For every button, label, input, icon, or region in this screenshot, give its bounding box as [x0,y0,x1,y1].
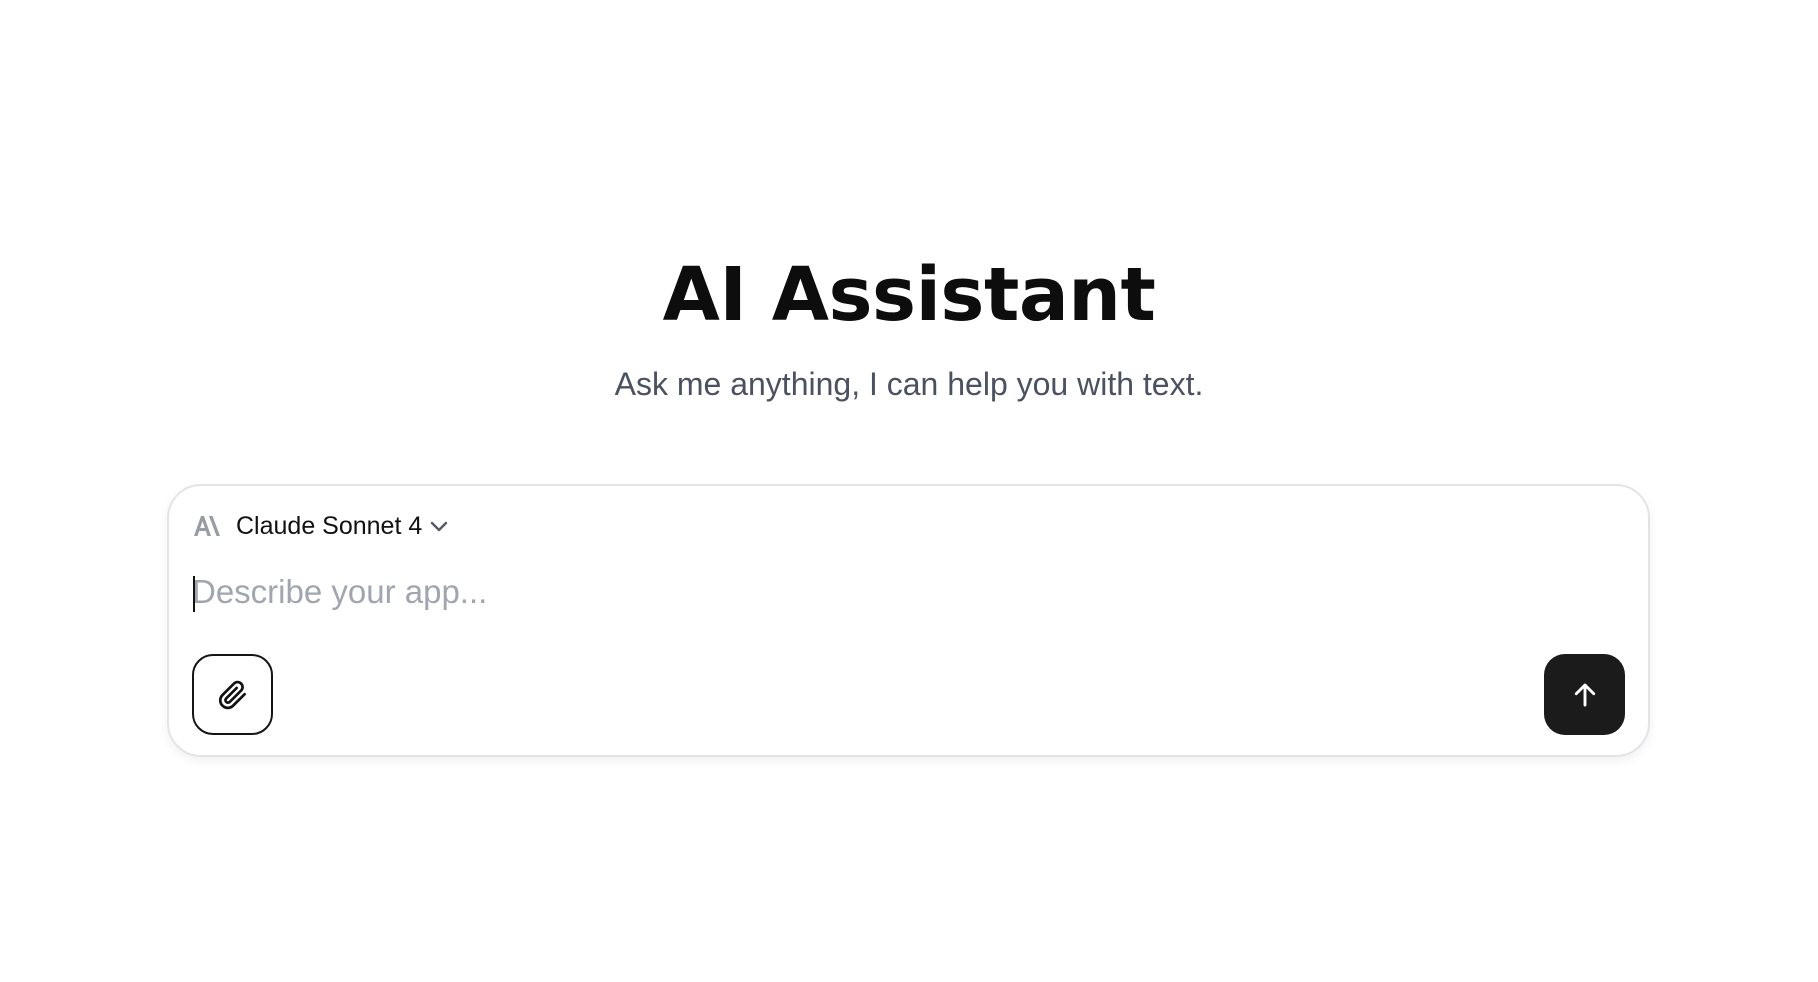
page-subtitle: Ask me anything, I can help you with tex… [614,366,1204,402]
attach-file-button[interactable] [192,654,273,735]
arrow-up-icon [1570,680,1600,710]
model-selector[interactable]: Claude Sonnet 4 [192,510,451,542]
text-cursor [193,576,195,612]
send-button[interactable] [1544,654,1625,735]
chat-composer: Claude Sonnet 4 [167,484,1650,757]
paperclip-icon [216,678,250,712]
chevron-down-icon [427,514,451,538]
hero-section: AI Assistant Ask me anything, I can help… [0,250,1818,404]
prompt-input[interactable] [192,566,1612,618]
anthropic-logo-icon [192,514,222,538]
model-name: Claude Sonnet 4 [236,512,423,540]
page: AI Assistant Ask me anything, I can help… [0,0,1818,982]
page-title: AI Assistant [662,252,1156,338]
